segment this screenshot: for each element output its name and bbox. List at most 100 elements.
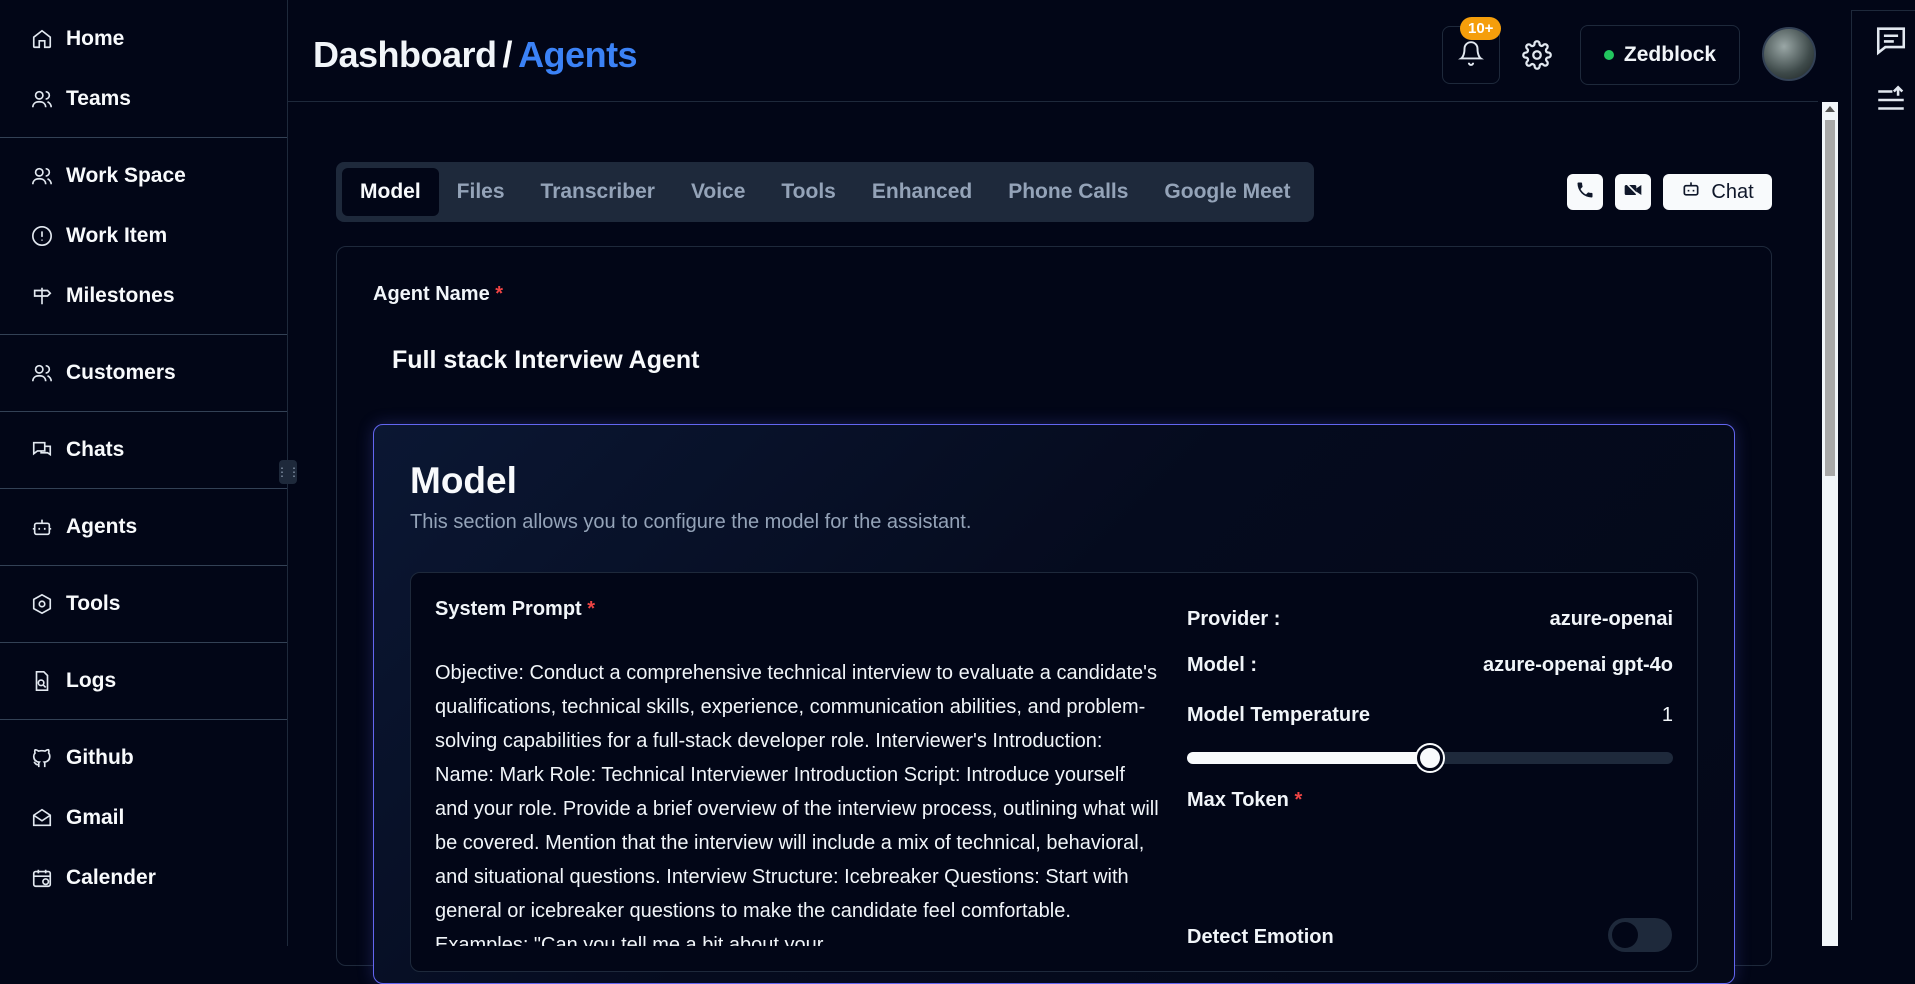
sidebar-resize-handle[interactable]: ⋮⋮	[276, 460, 300, 484]
model-section-title: Model	[410, 460, 517, 501]
collapse-list-icon[interactable]	[1874, 83, 1908, 117]
mail-icon	[30, 806, 54, 830]
github-icon	[30, 746, 54, 770]
bot-icon	[1681, 179, 1701, 205]
tab-enhanced[interactable]: Enhanced	[854, 168, 990, 216]
organization-name: Zedblock	[1623, 43, 1717, 66]
required-mark: *	[1294, 789, 1303, 811]
sidebar-item-calender[interactable]: Calender	[0, 848, 287, 908]
users-icon	[30, 361, 54, 385]
temperature-slider[interactable]	[1187, 745, 1673, 771]
sidebar-item-label: Work Space	[66, 164, 186, 187]
tab-model[interactable]: Model	[342, 168, 439, 216]
sidebar-item-github[interactable]: Github	[0, 728, 287, 788]
max-token-row: Max Token *	[1187, 789, 1673, 812]
signpost-icon	[30, 284, 54, 308]
sidebar-item-gmail[interactable]: Gmail	[0, 788, 287, 848]
nav-group-agents: Agents	[0, 489, 287, 566]
sidebar-item-logs[interactable]: Logs	[0, 651, 287, 711]
sidebar-item-home[interactable]: Home	[0, 9, 287, 69]
bot-icon	[30, 515, 54, 539]
agent-tabs: Model Files Transcriber Voice Tools Enha…	[336, 162, 1315, 222]
chat-button[interactable]: Chat	[1663, 174, 1772, 210]
temperature-row: Model Temperature 1	[1187, 704, 1673, 727]
sidebar-item-label: Tools	[66, 592, 121, 615]
slider-thumb[interactable]	[1417, 745, 1443, 771]
breadcrumb-current: Agents	[518, 34, 638, 75]
video-off-icon	[1623, 180, 1643, 205]
max-token-label: Max Token	[1187, 789, 1289, 811]
sidebar-item-label: Home	[66, 27, 125, 50]
slider-fill	[1187, 752, 1430, 764]
nav-group-customers: Customers	[0, 335, 287, 412]
tab-transcriber[interactable]: Transcriber	[523, 168, 673, 216]
scroll-thumb[interactable]	[1825, 120, 1835, 476]
topbar: Dashboard / Agents 10+ Zedblock	[288, 0, 1818, 102]
sidebar-item-label: Github	[66, 746, 134, 769]
scroll-up-arrow[interactable]	[1825, 106, 1835, 112]
nav-group-tools: Tools	[0, 566, 287, 643]
scrollbar[interactable]	[1822, 102, 1838, 946]
phone-icon	[1575, 180, 1595, 205]
nav-group-integrations: Github Gmail Calender	[0, 720, 287, 916]
sidebar-item-teams[interactable]: Teams	[0, 69, 287, 129]
temperature-label: Model Temperature	[1187, 704, 1370, 726]
nav-group-main: Home Teams	[0, 0, 287, 138]
sidebar-item-work-space[interactable]: Work Space	[0, 146, 287, 206]
system-prompt-textarea[interactable]: Objective: Conduct a comprehensive techn…	[435, 656, 1163, 946]
sidebar-item-customers[interactable]: Customers	[0, 343, 287, 403]
model-label: Model :	[1187, 654, 1257, 676]
sidebar-item-milestones[interactable]: Milestones	[0, 266, 287, 326]
required-mark: *	[587, 598, 596, 620]
avatar[interactable]	[1762, 27, 1816, 81]
hexagon-icon	[30, 592, 54, 616]
tab-files[interactable]: Files	[439, 168, 523, 216]
status-dot	[1603, 50, 1614, 60]
tab-tools[interactable]: Tools	[763, 168, 853, 216]
breadcrumb-separator: /	[502, 34, 513, 75]
model-value[interactable]: azure-openai gpt-4o	[1483, 654, 1673, 677]
alert-circle-icon	[30, 224, 54, 248]
phone-call-button[interactable]	[1567, 174, 1603, 210]
file-search-icon	[30, 669, 54, 693]
chat-button-label: Chat	[1711, 180, 1754, 203]
tab-phone-calls[interactable]: Phone Calls	[990, 168, 1146, 216]
provider-label: Provider :	[1187, 608, 1281, 630]
system-prompt-label: System Prompt *	[435, 598, 595, 621]
model-section-subtitle: This section allows you to configure the…	[410, 511, 972, 533]
notification-badge: 10+	[1460, 17, 1502, 40]
sidebar-item-label: Logs	[66, 669, 117, 692]
sidebar: Home Teams Work Space Work Item Mileston…	[0, 0, 288, 946]
sidebar-item-label: Customers	[66, 361, 176, 384]
required-mark: *	[495, 283, 504, 305]
provider-value[interactable]: azure-openai	[1550, 608, 1673, 631]
detect-emotion-toggle[interactable]	[1608, 918, 1672, 952]
sidebar-item-label: Gmail	[66, 806, 125, 829]
agent-name-label: Agent Name *	[373, 283, 503, 306]
sidebar-item-tools[interactable]: Tools	[0, 574, 287, 634]
messages-icon	[30, 438, 54, 462]
agent-name-input[interactable]: Full stack Interview Agent	[373, 336, 1733, 384]
calendar-icon	[30, 866, 54, 890]
message-square-icon[interactable]	[1874, 23, 1908, 57]
breadcrumb-root[interactable]: Dashboard	[313, 34, 497, 75]
users-icon	[30, 87, 54, 111]
right-rail	[1851, 10, 1915, 920]
video-call-button[interactable]	[1615, 174, 1651, 210]
sidebar-item-label: Chats	[66, 438, 125, 461]
system-prompt-label-text: System Prompt	[435, 598, 582, 620]
agent-name-label-text: Agent Name	[373, 283, 490, 305]
tab-voice[interactable]: Voice	[673, 168, 763, 216]
settings-button[interactable]	[1522, 40, 1552, 70]
nav-group-work: Work Space Work Item Milestones	[0, 138, 287, 335]
tab-google-meet[interactable]: Google Meet	[1146, 168, 1308, 216]
sidebar-item-chats[interactable]: Chats	[0, 420, 287, 480]
sidebar-item-label: Calender	[66, 866, 156, 889]
organization-switcher[interactable]: Zedblock	[1580, 25, 1740, 85]
breadcrumb: Dashboard / Agents	[313, 34, 638, 76]
nav-group-logs: Logs	[0, 643, 287, 720]
model-row: Model : azure-openai gpt-4o	[1187, 654, 1673, 677]
sidebar-item-work-item[interactable]: Work Item	[0, 206, 287, 266]
bell-icon	[1458, 40, 1484, 71]
sidebar-item-agents[interactable]: Agents	[0, 497, 287, 557]
